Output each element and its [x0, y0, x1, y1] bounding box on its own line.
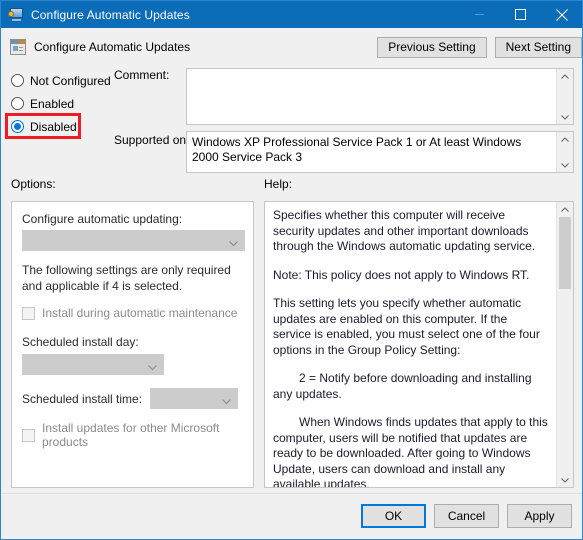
scheduled-install-time-dropdown[interactable]	[150, 388, 239, 409]
help-text: Specifies whether this computer will rec…	[265, 202, 556, 487]
configure-automatic-updating-dropdown[interactable]	[22, 230, 245, 251]
title-bar: Configure Automatic Updates	[1, 1, 582, 28]
previous-setting-button[interactable]: Previous Setting	[377, 37, 487, 58]
setting-header: Configure Automatic Updates Previous Set…	[1, 28, 582, 65]
apply-button[interactable]: Apply	[507, 504, 572, 528]
window-controls	[459, 1, 582, 28]
configure-automatic-updating-label: Configure automatic updating:	[22, 212, 183, 226]
help-paragraph: This setting lets you specify whether au…	[273, 296, 540, 357]
help-paragraph: 2 = Notify before downloading and instal…	[273, 371, 532, 401]
ok-button[interactable]: OK	[361, 504, 426, 528]
install-during-maintenance-row[interactable]: Install during automatic maintenance	[22, 306, 243, 320]
scroll-down-icon[interactable]	[557, 158, 573, 172]
radio-enabled-indicator	[11, 97, 24, 110]
dialog-buttons: OK Cancel Apply	[361, 504, 572, 528]
comment-label: Comment:	[114, 68, 170, 82]
supported-on-label: Supported on:	[114, 133, 190, 147]
maximize-button[interactable]	[500, 1, 541, 28]
comment-field[interactable]	[186, 68, 574, 125]
next-setting-button[interactable]: Next Setting	[494, 37, 582, 58]
comment-scrollbar[interactable]	[556, 69, 573, 124]
scroll-down-icon[interactable]	[557, 110, 573, 124]
scroll-down-icon[interactable]	[557, 473, 573, 487]
help-label: Help:	[264, 177, 293, 191]
policy-computer-icon	[8, 7, 24, 23]
scheduled-install-time-row: Scheduled install time:	[22, 388, 243, 409]
supported-on-value: Windows XP Professional Service Pack 1 o…	[192, 135, 522, 164]
dialog-footer: OK Cancel Apply	[1, 493, 582, 539]
install-during-maintenance-label: Install during automatic maintenance	[42, 306, 238, 320]
help-scrollbar[interactable]	[556, 202, 573, 487]
comment-input[interactable]	[187, 69, 556, 124]
minimize-button[interactable]	[459, 1, 500, 28]
radio-enabled-label: Enabled	[30, 96, 75, 111]
other-microsoft-products-checkbox[interactable]	[22, 428, 35, 442]
scheduled-install-time-label: Scheduled install time:	[22, 391, 143, 406]
chevron-down-icon	[229, 236, 238, 250]
radio-disabled-indicator	[11, 120, 24, 133]
other-microsoft-products-row[interactable]: Install updates for other Microsoft prod…	[22, 421, 243, 449]
close-button[interactable]	[541, 1, 582, 28]
help-paragraph: Specifies whether this computer will rec…	[273, 208, 536, 253]
radio-not-configured[interactable]: Not Configured	[11, 69, 116, 92]
cancel-button[interactable]: Cancel	[434, 504, 499, 528]
install-during-maintenance-checkbox[interactable]	[22, 306, 35, 320]
scheduled-install-day-dropdown[interactable]	[22, 354, 164, 375]
setting-nav-buttons: Previous Setting Next Setting	[377, 37, 582, 58]
configure-automatic-updates-dialog: Configure Automatic Updates Configure Au…	[0, 0, 583, 540]
scroll-up-icon[interactable]	[557, 69, 573, 83]
chevron-down-icon	[148, 360, 157, 374]
scheduled-install-day-label: Scheduled install day:	[22, 335, 139, 349]
group-policy-setting-icon	[10, 38, 26, 55]
setting-state-area: Not Configured Enabled Disabled Comment:	[1, 65, 582, 177]
other-microsoft-products-label: Install updates for other Microsoft prod…	[42, 421, 220, 449]
options-note: The following settings are only required…	[22, 263, 231, 293]
supported-on-field: Windows XP Professional Service Pack 1 o…	[186, 131, 574, 173]
help-paragraph: When Windows finds updates that apply to…	[273, 415, 548, 487]
setting-title: Configure Automatic Updates	[34, 39, 191, 54]
options-label: Options:	[11, 177, 56, 191]
radio-not-configured-indicator	[11, 74, 24, 87]
scroll-up-icon[interactable]	[557, 202, 573, 216]
chevron-down-icon	[222, 394, 232, 408]
radio-enabled[interactable]: Enabled	[11, 92, 116, 115]
supported-on-scrollbar[interactable]	[556, 132, 573, 172]
options-pane: Configure automatic updating: The follow…	[11, 201, 254, 488]
scroll-up-icon[interactable]	[557, 132, 573, 146]
help-scrollbar-thumb[interactable]	[559, 217, 571, 289]
help-paragraph: Note: This policy does not apply to Wind…	[273, 267, 530, 282]
state-radio-group: Not Configured Enabled Disabled	[11, 69, 116, 138]
radio-disabled-label: Disabled	[30, 119, 77, 134]
help-pane: Specifies whether this computer will rec…	[264, 201, 574, 488]
radio-not-configured-label: Not Configured	[30, 73, 111, 88]
radio-disabled[interactable]: Disabled	[11, 115, 116, 138]
window-title: Configure Automatic Updates	[31, 7, 190, 22]
